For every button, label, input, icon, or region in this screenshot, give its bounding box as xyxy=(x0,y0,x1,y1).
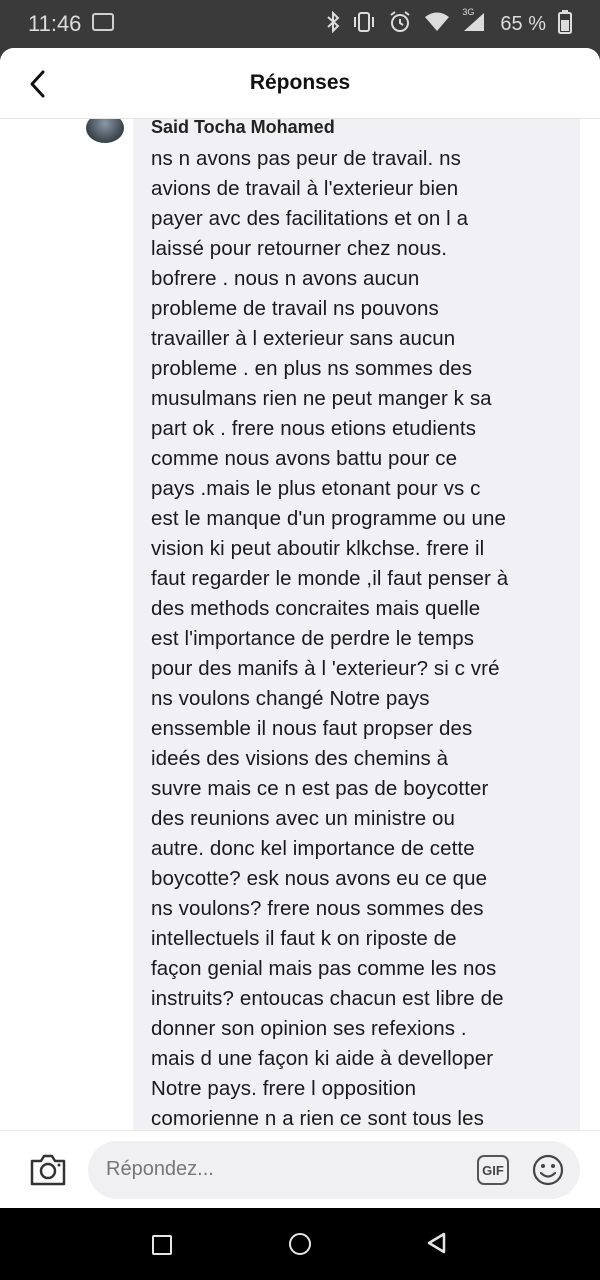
status-bar: 11:46 3G 65 % xyxy=(0,0,600,48)
gif-button[interactable]: GIF xyxy=(477,1155,509,1185)
alarm-icon xyxy=(388,10,412,39)
app-window: Réponses Said Tocha Mohamed ns n avons p… xyxy=(0,48,600,1208)
page-title: Réponses xyxy=(249,71,351,94)
network-type: 3G xyxy=(462,6,475,17)
nav-back-icon[interactable] xyxy=(426,1232,448,1254)
gallery-notification-icon xyxy=(92,13,114,31)
home-icon[interactable] xyxy=(289,1233,311,1255)
reply-placeholder: Répondez... xyxy=(106,1158,214,1180)
status-time: 11:46 xyxy=(28,11,82,36)
wifi-icon xyxy=(424,12,450,37)
emoji-button[interactable] xyxy=(531,1153,565,1187)
signal-icon: 3G xyxy=(462,7,488,38)
avatar[interactable] xyxy=(86,119,124,143)
comment-text: ns n avons pas peur de travail. ns avion… xyxy=(151,147,509,1130)
battery-percent: 65 % xyxy=(500,12,546,35)
bluetooth-icon xyxy=(326,10,340,38)
recents-icon[interactable] xyxy=(152,1235,172,1255)
camera-button[interactable] xyxy=(28,1152,68,1188)
vibrate-icon xyxy=(352,11,376,38)
status-icons: 3G 65 % xyxy=(326,7,572,39)
gif-icon: GIF xyxy=(482,1162,504,1178)
comment-thread[interactable]: Said Tocha Mohamed ns n avons pas peur d… xyxy=(0,119,600,1130)
camera-icon xyxy=(30,1154,66,1186)
battery-icon xyxy=(558,9,572,39)
emoji-icon xyxy=(532,1154,564,1186)
top-bar: Réponses xyxy=(0,48,600,119)
navigation-bar xyxy=(0,1208,600,1280)
reply-bar: Répondez... GIF xyxy=(0,1130,600,1208)
reply-input[interactable]: Répondez... GIF xyxy=(88,1141,580,1199)
comment-author[interactable]: Said Tocha Mohamed xyxy=(151,119,335,138)
